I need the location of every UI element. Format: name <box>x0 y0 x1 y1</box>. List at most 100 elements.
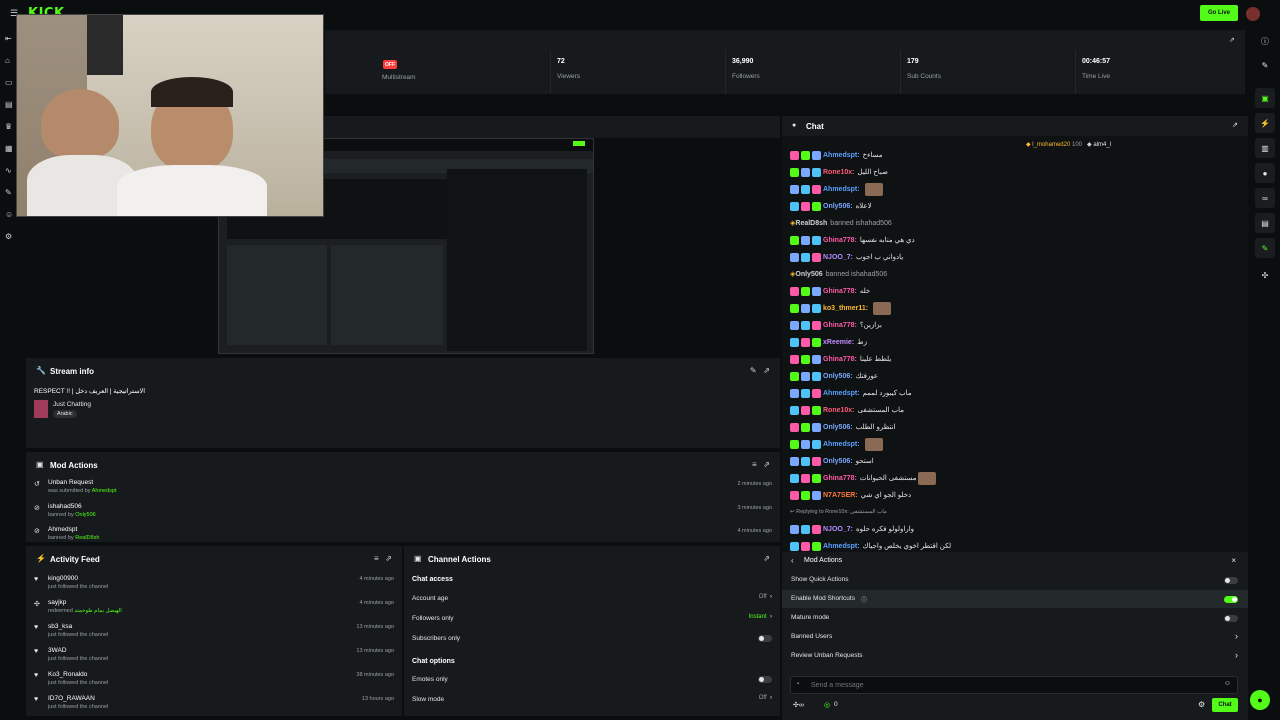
followers-only-select[interactable]: Instant › <box>749 614 772 620</box>
show-quick-actions-row[interactable]: Show Quick Actions <box>782 571 1248 589</box>
popout-icon[interactable]: ⇗ <box>1229 36 1235 44</box>
info-icon[interactable]: ⓘ <box>1255 31 1275 51</box>
send-message-input[interactable] <box>811 680 1211 691</box>
chat-send-button[interactable]: Chat <box>1212 698 1238 712</box>
bolt-icon[interactable]: ⚡ <box>1255 113 1275 133</box>
trophy-icon[interactable]: ♛ <box>5 122 15 132</box>
chat-username[interactable]: Only506 <box>795 271 822 278</box>
activity-row[interactable]: ♥ king00900 just followed the channel 4 m… <box>34 575 394 590</box>
chat-message[interactable]: Ghina778: يلطط علينا <box>790 352 891 366</box>
mature-mode-toggle[interactable] <box>1224 615 1238 622</box>
chat-message[interactable]: Ghina778: دي هي متابه نفسها <box>790 233 915 247</box>
chat-message[interactable]: Ghina778: خله <box>790 284 870 298</box>
home-icon[interactable]: ⌂ <box>5 56 15 66</box>
chat-username[interactable]: Ahmedspt: <box>823 441 860 448</box>
calendar-icon[interactable]: ▦ <box>5 144 15 154</box>
popout-icon[interactable]: ⇗ <box>763 460 770 469</box>
chat-message[interactable]: Ahmedspt: لكن اقتطر اخوي يخلص واجياك <box>790 539 951 553</box>
user-avatar[interactable] <box>1246 7 1260 21</box>
popout-icon[interactable]: ⇗ <box>763 554 770 563</box>
back-icon[interactable]: ‹ <box>791 556 794 565</box>
chat-username[interactable]: NJOO_7: <box>823 254 853 261</box>
more-icon[interactable]: ✣ <box>1255 265 1275 285</box>
chat-message[interactable]: Only506: لاعلاه <box>790 199 872 213</box>
activity-row[interactable]: ♥ sb3_ksa just followed the channel 13 mi… <box>34 623 394 638</box>
chat-username[interactable]: Ghina778: <box>823 475 857 482</box>
chat-username[interactable]: Ghina778: <box>823 322 857 329</box>
chat-username[interactable]: Ghina778: <box>823 237 857 244</box>
chat-message[interactable]: Only506: استحو <box>790 454 874 468</box>
review-unban-row[interactable]: Review Unban Requests › <box>782 647 1248 665</box>
mod-action-row[interactable]: ⊘ ishahad506 banned by Only506 <box>34 503 96 518</box>
chat-username[interactable]: Ghina778: <box>823 356 857 363</box>
emotes-only-toggle[interactable] <box>758 676 772 683</box>
collapse-icon[interactable]: ⇤ <box>5 34 15 44</box>
activity-row[interactable]: ✣ sayjkp redeemed الهيصل بمام طوحمتد 4 mi… <box>34 599 394 614</box>
info-icon[interactable]: ⓘ <box>861 595 867 604</box>
layout-icon[interactable]: ▤ <box>1255 213 1275 233</box>
enable-mod-shortcuts-toggle[interactable] <box>1224 596 1238 603</box>
popout-icon[interactable]: ⇗ <box>385 554 392 563</box>
enable-mod-shortcuts-row[interactable]: Enable Mod Shortcuts ⓘ <box>782 590 1248 608</box>
community-icon[interactable]: ☺ <box>5 210 15 220</box>
account-age-select[interactable]: Off › <box>759 594 772 600</box>
category-name[interactable]: Just Chatting <box>53 401 91 408</box>
chat-username[interactable]: Ahmedspt: <box>823 186 860 193</box>
chat-message[interactable]: Ahmedspt: <box>790 437 883 451</box>
chat-username[interactable]: Ahmedspt: <box>823 543 860 550</box>
popout-icon[interactable]: ⇗ <box>1232 121 1238 129</box>
dashboard-widget-icon[interactable]: ▣ <box>1255 88 1275 108</box>
language-tag[interactable]: Arabic <box>53 410 77 418</box>
chat-message[interactable]: Ghina778: بزازين؟ <box>790 318 882 332</box>
chat-username[interactable]: Only506: <box>823 373 853 380</box>
chat-message[interactable]: Only506: عورفتك <box>790 369 878 383</box>
chat-message[interactable]: N7A7SER: دخلو الجو اي شي <box>790 488 911 502</box>
filter-icon[interactable]: ≡ <box>374 554 379 563</box>
banned-users-row[interactable]: Banned Users › <box>782 628 1248 646</box>
chat-username[interactable]: Ahmedspt: <box>823 152 860 159</box>
chat-icon[interactable]: ● <box>1255 163 1275 183</box>
chat-username[interactable]: xReemie: <box>823 339 854 346</box>
chat-system-message[interactable]: ◈ RealD8sh banned ishahad506 <box>790 216 892 230</box>
settings-icon[interactable]: ⚙ <box>5 232 15 242</box>
link-icon[interactable]: ∞ <box>1255 188 1275 208</box>
activity-row[interactable]: ♥ ID7O_RAWAAN just followed the channel 1… <box>34 695 394 710</box>
chat-message[interactable]: Ahmedspt: <box>790 182 883 196</box>
filter-icon[interactable]: ≡ <box>752 460 757 469</box>
edit-icon[interactable]: ✎ <box>750 366 757 375</box>
chat-username[interactable]: Only506: <box>823 203 853 210</box>
stream-icon[interactable]: ▤ <box>5 100 15 110</box>
chat-message[interactable]: Ghina778: مستشفى الحيوانات <box>790 471 937 485</box>
subscribers-only-toggle[interactable] <box>758 635 772 642</box>
chat-username[interactable]: N7A7SER: <box>823 492 858 499</box>
dashboard-icon[interactable]: ▭ <box>5 78 15 88</box>
chat-username[interactable]: Ahmedspt: <box>823 390 860 397</box>
chat-bubble-fab[interactable]: ● <box>1250 690 1270 710</box>
chat-username[interactable]: Rone10x: <box>823 407 855 414</box>
tools-icon[interactable]: ✎ <box>5 188 15 198</box>
chat-message[interactable]: NJOO_7: واراولولو فكره حلوه <box>790 522 914 536</box>
channel-points-icon[interactable]: ✣∞ <box>793 701 804 709</box>
chat-message[interactable]: Ahmedspt: مساءخ <box>790 148 883 162</box>
trash-icon[interactable]: ▥ <box>1255 138 1275 158</box>
chat-username[interactable]: Rone10x: <box>823 169 855 176</box>
analytics-icon[interactable]: ∿ <box>5 166 15 176</box>
chat-message[interactable]: ko3_thmer11: <box>790 301 892 315</box>
chat-settings-icon[interactable]: ⚙ <box>1198 700 1205 709</box>
chat-reply-context[interactable]: ↩ Replying to Rone10x: ماب المستشفى <box>790 505 887 519</box>
edit-icon[interactable]: ✎ <box>1255 55 1275 75</box>
chat-username[interactable]: Ghina778: <box>823 288 857 295</box>
chat-message[interactable]: Only506: انتظرو الطلب <box>790 420 896 434</box>
chat-message[interactable]: Rone10x: ماب المستشفى <box>790 403 904 417</box>
activity-row[interactable]: ♥ 3WAD just followed the channel 13 minut… <box>34 647 394 662</box>
wrench-icon[interactable]: ✎ <box>1255 238 1275 258</box>
chat-message[interactable]: xReemie: زط <box>790 335 867 349</box>
chat-username[interactable]: RealD8sh <box>795 220 827 227</box>
chat-message[interactable]: Rone10x: صباح الليل <box>790 165 888 179</box>
chat-username[interactable]: Only506: <box>823 424 853 431</box>
show-quick-actions-toggle[interactable] <box>1224 577 1238 584</box>
chat-message[interactable]: Ahmedspt: ماب كيبورد لممم <box>790 386 911 400</box>
slow-mode-select[interactable]: Off › <box>759 695 772 701</box>
popout-icon[interactable]: ⇗ <box>763 366 770 375</box>
mod-action-row[interactable]: ↺ Unban Request was submitted by Ahmedspt <box>34 479 117 494</box>
